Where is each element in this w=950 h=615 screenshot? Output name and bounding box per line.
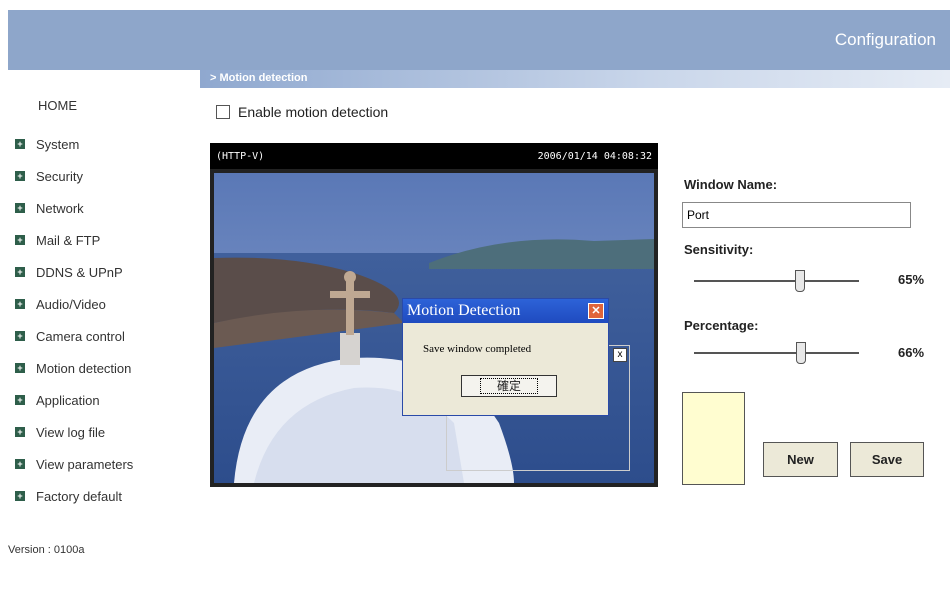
- expand-plus-icon[interactable]: +: [15, 267, 25, 277]
- save-window-button[interactable]: Save: [850, 442, 924, 477]
- sidebar-item-label: View parameters: [36, 456, 134, 472]
- expand-plus-icon[interactable]: +: [15, 203, 25, 213]
- motion-window-close-icon[interactable]: x: [613, 348, 627, 362]
- sidebar-item-label: DDNS & UPnP: [36, 264, 123, 280]
- sidebar: HOME + System + Security + Network + Mail & FTP…: [8, 70, 200, 615]
- sidebar-item[interactable]: + View parameters: [8, 448, 133, 480]
- sidebar-item[interactable]: + Factory default: [8, 480, 133, 512]
- sidebar-item[interactable]: + Security: [8, 160, 133, 192]
- sidebar-item-label: Network: [36, 200, 84, 216]
- enable-motion-row[interactable]: Enable motion detection: [216, 104, 388, 120]
- expand-plus-icon[interactable]: +: [15, 139, 25, 149]
- sidebar-item-label: Factory default: [36, 488, 122, 504]
- expand-plus-icon[interactable]: +: [15, 363, 25, 373]
- enable-motion-checkbox[interactable]: [216, 105, 230, 119]
- sensitivity-slider-track: [694, 280, 859, 282]
- sidebar-item[interactable]: + DDNS & UPnP: [8, 256, 133, 288]
- expand-plus-icon[interactable]: +: [15, 331, 25, 341]
- dialog-ok-button[interactable]: 確定: [461, 375, 557, 397]
- sidebar-menu: + System + Security + Network + Mail & FTP + DDNS…: [8, 128, 133, 512]
- percentage-label: Percentage:: [684, 318, 759, 333]
- sidebar-item[interactable]: + Audio/Video: [8, 288, 133, 320]
- sidebar-item-label: View log file: [36, 424, 106, 440]
- dialog-message: Save window completed: [423, 343, 532, 355]
- sidebar-item[interactable]: + Mail & FTP: [8, 224, 133, 256]
- sensitivity-label: Sensitivity:: [684, 242, 754, 257]
- sidebar-item-label: Motion detection: [36, 360, 132, 376]
- dialog-title: Motion Detection: [407, 302, 521, 319]
- expand-plus-icon[interactable]: +: [15, 459, 25, 469]
- enable-motion-label: Enable motion detection: [238, 104, 389, 120]
- sensitivity-value: 65%: [898, 272, 925, 287]
- dialog-ok-label: 確定: [479, 378, 538, 394]
- expand-plus-icon[interactable]: +: [15, 491, 25, 501]
- sidebar-item-label: Security: [36, 168, 83, 184]
- save-dialog: Motion Detection ✕ Save window completed…: [402, 298, 609, 416]
- sidebar-home-link[interactable]: HOME: [38, 98, 77, 113]
- sensitivity-slider[interactable]: [694, 266, 859, 296]
- sidebar-item[interactable]: + Network: [8, 192, 133, 224]
- sidebar-item-label: Camera control: [36, 328, 125, 344]
- sidebar-item[interactable]: + Camera control: [8, 320, 133, 352]
- sidebar-item[interactable]: + Application: [8, 384, 133, 416]
- expand-plus-icon[interactable]: +: [15, 427, 25, 437]
- new-window-button[interactable]: New: [763, 442, 838, 477]
- percentage-slider[interactable]: [694, 338, 859, 368]
- window-name-input[interactable]: [682, 202, 911, 228]
- expand-plus-icon[interactable]: +: [15, 395, 25, 405]
- expand-plus-icon[interactable]: +: [15, 235, 25, 245]
- sidebar-item-label: Audio/Video: [36, 296, 106, 312]
- sidebar-item-label: Mail & FTP: [36, 232, 101, 248]
- sidebar-item-label: Application: [36, 392, 100, 408]
- window-color-swatch[interactable]: [682, 392, 745, 485]
- sidebar-item[interactable]: + Motion detection: [8, 352, 133, 384]
- video-titlebar: (HTTP-V) 2006/01/14 04:08:32: [210, 143, 658, 169]
- version-text: Version : 0100a: [8, 544, 85, 556]
- video-name: (HTTP-V): [216, 151, 265, 162]
- video-timestamp: 2006/01/14 04:08:32: [537, 151, 652, 162]
- expand-plus-icon[interactable]: +: [15, 171, 25, 181]
- header-title: Configuration: [834, 30, 936, 49]
- sidebar-item[interactable]: + System: [8, 128, 133, 160]
- dialog-titlebar: Motion Detection ✕: [403, 299, 608, 323]
- percentage-slider-thumb[interactable]: [796, 342, 806, 364]
- expand-plus-icon[interactable]: +: [15, 299, 25, 309]
- section-title: > Motion detection: [210, 72, 308, 84]
- percentage-value: 66%: [898, 345, 925, 360]
- dialog-close-icon[interactable]: ✕: [588, 303, 604, 319]
- sidebar-item[interactable]: + View log file: [8, 416, 133, 448]
- section-bar: > Motion detection: [200, 70, 950, 88]
- percentage-slider-track: [694, 352, 859, 354]
- sensitivity-slider-thumb[interactable]: [795, 270, 805, 292]
- window-name-label: Window Name:: [684, 177, 778, 192]
- header-bar: Configuration: [8, 10, 950, 70]
- sidebar-item-label: System: [36, 136, 80, 152]
